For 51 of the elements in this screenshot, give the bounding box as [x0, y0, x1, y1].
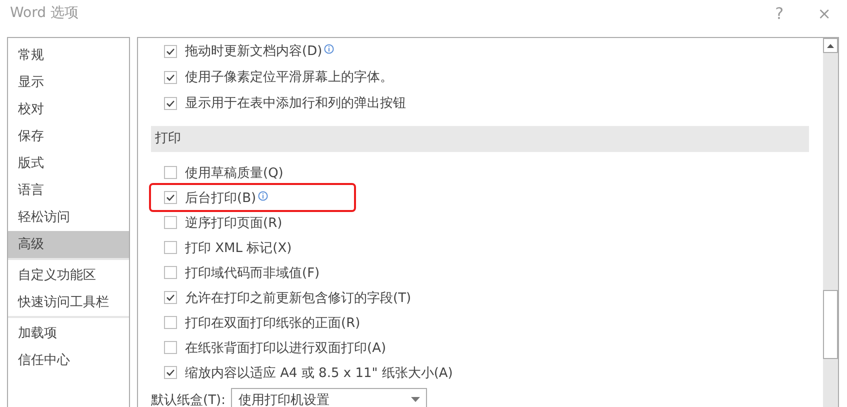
option-label: 打印域代码而非域值(F) — [185, 264, 320, 282]
checkbox[interactable] — [164, 191, 177, 204]
sidebar-item[interactable]: 轻松访问 — [8, 204, 129, 231]
checkbox[interactable] — [164, 266, 177, 279]
check-icon — [166, 100, 175, 106]
check-icon — [166, 294, 175, 301]
check-icon — [166, 369, 175, 376]
sidebar-item[interactable]: 信任中心 — [8, 347, 129, 374]
sidebar-item[interactable]: 校对 — [8, 96, 129, 123]
checkbox[interactable] — [164, 44, 177, 58]
scroll-thumb[interactable] — [823, 290, 838, 359]
sidebar-item[interactable]: 高级 — [8, 231, 129, 260]
sidebar-item[interactable]: 显示 — [8, 69, 129, 96]
checkbox[interactable] — [164, 316, 177, 329]
option-label: 显示用于在表中添加行和列的弹出按钮 — [185, 95, 406, 112]
window-title: Word 选项 — [10, 4, 80, 22]
option-label: 打印在双面打印纸张的正面(R) — [185, 314, 360, 332]
sidebar-item[interactable]: 保存 — [8, 123, 129, 150]
option-label: 拖动时更新文档内容(D) — [185, 43, 322, 60]
check-icon — [166, 74, 175, 80]
option-label: 使用草稿质量(Q) — [185, 164, 284, 182]
check-icon — [166, 48, 175, 54]
option-label: 使用子像素定位平滑屏幕上的字体。 — [185, 69, 393, 86]
sidebar-item[interactable]: 版式 — [8, 150, 129, 177]
checkbox[interactable] — [164, 291, 177, 304]
checkbox[interactable] — [164, 366, 177, 379]
scrollbar[interactable] — [823, 38, 838, 407]
sidebar-item[interactable]: 常规 — [8, 42, 129, 69]
option-label: 后台打印(B) — [185, 190, 256, 206]
sidebar-item[interactable]: 快速访问工具栏 — [8, 289, 129, 318]
option-label: 缩放内容以适应 A4 或 8.5 x 11" 纸张大小(A) — [185, 364, 453, 382]
up-arrow-icon — [827, 44, 834, 48]
option-label: 在纸张背面打印以进行双面打印(A) — [185, 340, 386, 356]
checkbox[interactable] — [164, 216, 177, 229]
dropdown-arrow-icon — [411, 397, 420, 402]
option-label: 允许在打印之前更新包含修订的字段(T) — [185, 290, 412, 306]
checkbox[interactable] — [164, 341, 177, 354]
checkbox[interactable] — [164, 166, 177, 179]
tray-dropdown[interactable]: 使用打印机设置 — [231, 388, 428, 407]
section-header: 打印 — [151, 126, 809, 152]
scroll-up-button[interactable] — [823, 38, 838, 53]
checkbox[interactable] — [164, 241, 177, 254]
option-label: 打印 XML 标记(X) — [185, 240, 292, 256]
tray-label: 默认纸盒(T): — [151, 392, 226, 407]
checkbox[interactable] — [164, 70, 177, 84]
check-icon — [166, 194, 175, 201]
sidebar-item[interactable]: 语言 — [8, 177, 129, 204]
option-label: 逆序打印页面(R) — [185, 214, 282, 232]
checkbox[interactable] — [164, 96, 177, 110]
sidebar-item[interactable]: 加载项 — [8, 320, 129, 347]
sidebar-item[interactable]: 自定义功能区 — [8, 262, 129, 289]
